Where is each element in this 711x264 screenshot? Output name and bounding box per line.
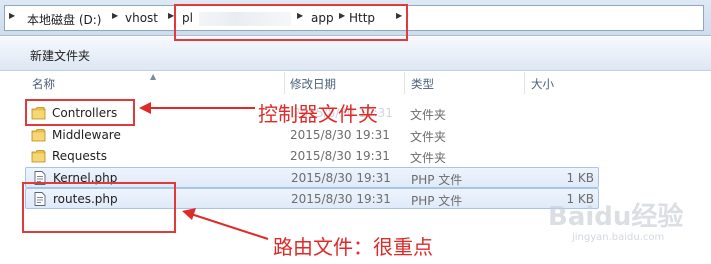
column-header-date[interactable]: 修改日期 xyxy=(290,76,336,92)
file-type: 文件夹 xyxy=(410,151,447,165)
column-header-size[interactable]: 大小 xyxy=(531,76,554,92)
annotation-controllers-label: 控制器文件夹 xyxy=(258,102,378,126)
annotation-controllers-highlight xyxy=(25,99,135,126)
column-header-name[interactable]: 名称 xyxy=(32,76,55,92)
arrow-line-routes xyxy=(190,213,269,240)
column-header-type[interactable]: 类型 xyxy=(411,76,434,92)
column-divider[interactable] xyxy=(284,72,285,94)
file-type: 文件夹 xyxy=(410,108,447,122)
annotation-path-highlight xyxy=(174,4,408,41)
annotation-routes-label: 路由文件：很重点 xyxy=(273,235,433,259)
arrow-head-icon xyxy=(182,208,196,220)
file-name: Middleware xyxy=(52,128,121,142)
chevron-right-icon[interactable]: ▶ xyxy=(9,11,15,20)
column-header-row: ▲ 名称 修改日期 类型 大小 xyxy=(0,72,711,94)
folder-icon xyxy=(31,129,46,142)
annotation-routes-highlight xyxy=(22,182,176,233)
breadcrumb-item-vhost[interactable]: vhost xyxy=(125,11,158,25)
file-type: PHP 文件 xyxy=(411,173,463,187)
sort-up-icon: ▲ xyxy=(150,72,157,81)
file-type: 文件夹 xyxy=(410,130,447,144)
file-size: 1 KB xyxy=(566,171,594,185)
column-divider[interactable] xyxy=(404,72,405,94)
file-row-middleware[interactable]: Middleware 2015/8/30 19:31 文件夹 xyxy=(25,125,599,146)
chevron-right-icon[interactable]: ▶ xyxy=(112,11,118,20)
file-row-requests[interactable]: Requests 2015/8/30 19:31 文件夹 xyxy=(25,146,599,167)
column-divider[interactable] xyxy=(524,72,525,94)
file-name: Requests xyxy=(52,149,107,163)
file-type: PHP 文件 xyxy=(411,194,463,208)
file-date: 2015/8/30 19:31 xyxy=(290,149,390,163)
breadcrumb-item-drive[interactable]: 本地磁盘 (D:) xyxy=(27,11,101,28)
new-folder-button[interactable]: 新建文件夹 xyxy=(30,47,90,64)
folder-icon xyxy=(31,150,46,163)
command-bar: 新建文件夹 xyxy=(0,37,711,71)
baidu-watermark-url: jingyan.baidu.com xyxy=(572,232,665,243)
baidu-watermark-logo: Baidu经验 xyxy=(548,202,684,232)
file-date: 2015/8/30 19:31 xyxy=(291,171,391,185)
file-date: 2015/8/30 19:31 xyxy=(290,128,390,142)
file-date: 2015/8/30 19:31 xyxy=(291,192,391,206)
